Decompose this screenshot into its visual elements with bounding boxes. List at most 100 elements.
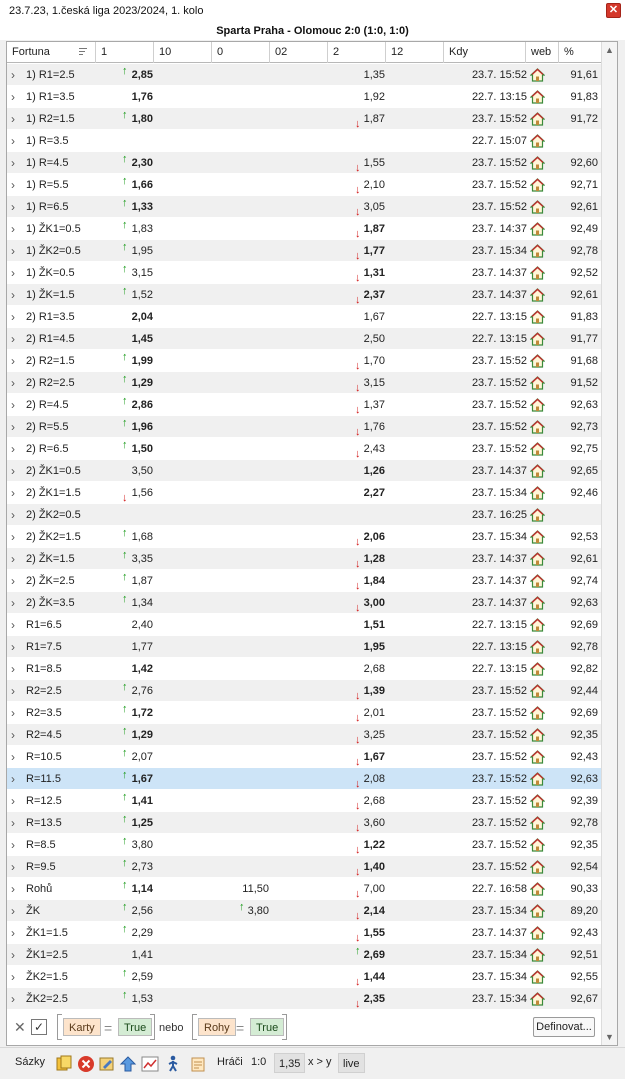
close-button[interactable]: ✕ [606, 3, 621, 18]
odds-home-draw[interactable] [217, 262, 269, 284]
expand-chevron-icon[interactable]: › [11, 746, 21, 768]
table-row[interactable]: › 2) ŽK2=0.5 23.7. 16:25 [7, 504, 601, 526]
odds-home-draw[interactable] [217, 724, 269, 746]
odds-home-draw[interactable] [217, 350, 269, 372]
table-row[interactable]: › R1=7.5 1,77 1,95 22.7. 13:15 92,78 [7, 636, 601, 658]
define-filter-button[interactable]: Definovat... [533, 1017, 595, 1037]
odds-home-draw[interactable] [217, 240, 269, 262]
odds-home[interactable]: 1,29 [103, 724, 153, 746]
live-button[interactable]: live [338, 1053, 365, 1073]
web-link[interactable] [527, 988, 549, 1010]
odds-home[interactable]: 1,76 [103, 86, 153, 108]
web-link[interactable] [527, 592, 549, 614]
table-row[interactable]: › 2) ŽK=2.5 ↑ 1,87 ↓ 1,84 23.7. 14:37 92,74 [7, 570, 601, 592]
web-link[interactable] [527, 262, 549, 284]
odds-home[interactable]: 2,40 [103, 614, 153, 636]
odds-home[interactable]: 1,53 [103, 988, 153, 1010]
odds-away[interactable]: 1,28 [337, 548, 385, 570]
odds-home-draw[interactable] [217, 372, 269, 394]
odds-home-draw[interactable] [217, 526, 269, 548]
col-header-web[interactable]: web [526, 42, 559, 63]
web-link[interactable] [527, 966, 549, 988]
web-link[interactable] [527, 152, 549, 174]
odds-home[interactable]: 2,76 [103, 680, 153, 702]
odds-away[interactable]: 3,05 [337, 196, 385, 218]
odds-home-draw[interactable] [217, 746, 269, 768]
odds-away[interactable]: 1,26 [337, 460, 385, 482]
odds-away[interactable]: 1,76 [337, 416, 385, 438]
web-link[interactable] [527, 900, 549, 922]
expand-chevron-icon[interactable]: › [11, 658, 21, 680]
odds-home[interactable]: 2,07 [103, 746, 153, 768]
odds-away[interactable]: 1,92 [337, 86, 385, 108]
web-link[interactable] [527, 438, 549, 460]
odds-away[interactable]: 2,68 [337, 790, 385, 812]
table-row[interactable]: › R2=3.5 ↑ 1,72 ↓ 2,01 23.7. 15:52 92,69 [7, 702, 601, 724]
table-row[interactable]: › ŽK2=1.5 ↑ 2,59 ↓ 1,44 23.7. 15:34 92,55 [7, 966, 601, 988]
expand-chevron-icon[interactable]: › [11, 636, 21, 658]
expand-chevron-icon[interactable]: › [11, 218, 21, 240]
odds-home[interactable]: 2,56 [103, 900, 153, 922]
odds-away[interactable]: 1,67 [337, 746, 385, 768]
expand-chevron-icon[interactable]: › [11, 812, 21, 834]
web-link[interactable] [527, 812, 549, 834]
expand-chevron-icon[interactable]: › [11, 262, 21, 284]
odds-away[interactable]: 1,95 [337, 636, 385, 658]
odds-home-draw[interactable] [217, 460, 269, 482]
vertical-scrollbar[interactable]: ▲ ▼ [601, 42, 617, 1045]
col-header-1[interactable]: 1 [96, 42, 154, 63]
odds-away[interactable]: 1,40 [337, 856, 385, 878]
filter-value-true[interactable]: True [250, 1018, 285, 1036]
odds-home[interactable]: 2,59 [103, 966, 153, 988]
table-row[interactable]: › 2) R2=2.5 ↑ 1,29 ↓ 3,15 23.7. 15:52 91,52 [7, 372, 601, 394]
expand-chevron-icon[interactable]: › [11, 460, 21, 482]
odds-home-draw[interactable] [217, 152, 269, 174]
odds-home[interactable]: 1,52 [103, 284, 153, 306]
table-row[interactable]: › R2=2.5 ↑ 2,76 ↓ 1,39 23.7. 15:52 92,44 [7, 680, 601, 702]
filter-field-karty[interactable]: Karty [63, 1018, 101, 1036]
web-link[interactable] [527, 790, 549, 812]
odds-away[interactable]: 1,31 [337, 262, 385, 284]
odds-home[interactable]: 1,29 [103, 372, 153, 394]
odds-home[interactable]: 1,50 [103, 438, 153, 460]
table-row[interactable]: › 2) ŽK1=0.5 3,50 1,26 23.7. 14:37 92,65 [7, 460, 601, 482]
table-row[interactable]: › 1) R1=2.5 ↑ 2,85 1,35 23.7. 15:52 91,61 [7, 64, 601, 86]
odds-home-draw[interactable] [217, 592, 269, 614]
table-row[interactable]: › 2) R1=4.5 1,45 2,50 22.7. 13:15 91,77 [7, 328, 601, 350]
expand-chevron-icon[interactable]: › [11, 504, 21, 526]
web-link[interactable] [527, 218, 549, 240]
web-link[interactable] [527, 416, 549, 438]
expand-chevron-icon[interactable]: › [11, 548, 21, 570]
odds-away[interactable]: 1,87 [337, 218, 385, 240]
web-link[interactable] [527, 306, 549, 328]
table-row[interactable]: › R1=8.5 1,42 2,68 22.7. 13:15 92,82 [7, 658, 601, 680]
odds-home[interactable] [103, 130, 153, 152]
odds-home-draw[interactable]: 11,50 [217, 878, 269, 900]
table-row[interactable]: › R=9.5 ↑ 2,73 ↓ 1,40 23.7. 15:52 92,54 [7, 856, 601, 878]
odds-away[interactable]: 1,35 [337, 64, 385, 86]
odds-home-draw[interactable] [217, 394, 269, 416]
odds-away[interactable]: 2,08 [337, 768, 385, 790]
odds-away[interactable]: 3,25 [337, 724, 385, 746]
web-link[interactable] [527, 394, 549, 416]
web-link[interactable] [527, 108, 549, 130]
odds-away[interactable]: 1,37 [337, 394, 385, 416]
col-header-02[interactable]: 02 [270, 42, 328, 63]
expand-chevron-icon[interactable]: › [11, 988, 21, 1010]
odds-home[interactable]: 1,34 [103, 592, 153, 614]
expand-chevron-icon[interactable]: › [11, 614, 21, 636]
delete-icon[interactable] [77, 1055, 95, 1073]
table-row[interactable]: › ŽK1=1.5 ↑ 2,29 ↓ 1,55 23.7. 14:37 92,43 [7, 922, 601, 944]
expand-chevron-icon[interactable]: › [11, 416, 21, 438]
odds-away[interactable]: 2,69 [337, 944, 385, 966]
player-icon[interactable] [164, 1055, 182, 1073]
scroll-up-icon[interactable]: ▲ [602, 42, 617, 58]
web-link[interactable] [527, 944, 549, 966]
web-link[interactable] [527, 834, 549, 856]
table-row[interactable]: › ŽK2=2.5 ↑ 1,53 ↓ 2,35 23.7. 15:34 92,67 [7, 988, 601, 1010]
col-header-percent[interactable]: % [559, 42, 601, 63]
odds-home-draw[interactable] [217, 636, 269, 658]
expand-chevron-icon[interactable]: › [11, 944, 21, 966]
odds-home[interactable]: 2,86 [103, 394, 153, 416]
expand-chevron-icon[interactable]: › [11, 878, 21, 900]
